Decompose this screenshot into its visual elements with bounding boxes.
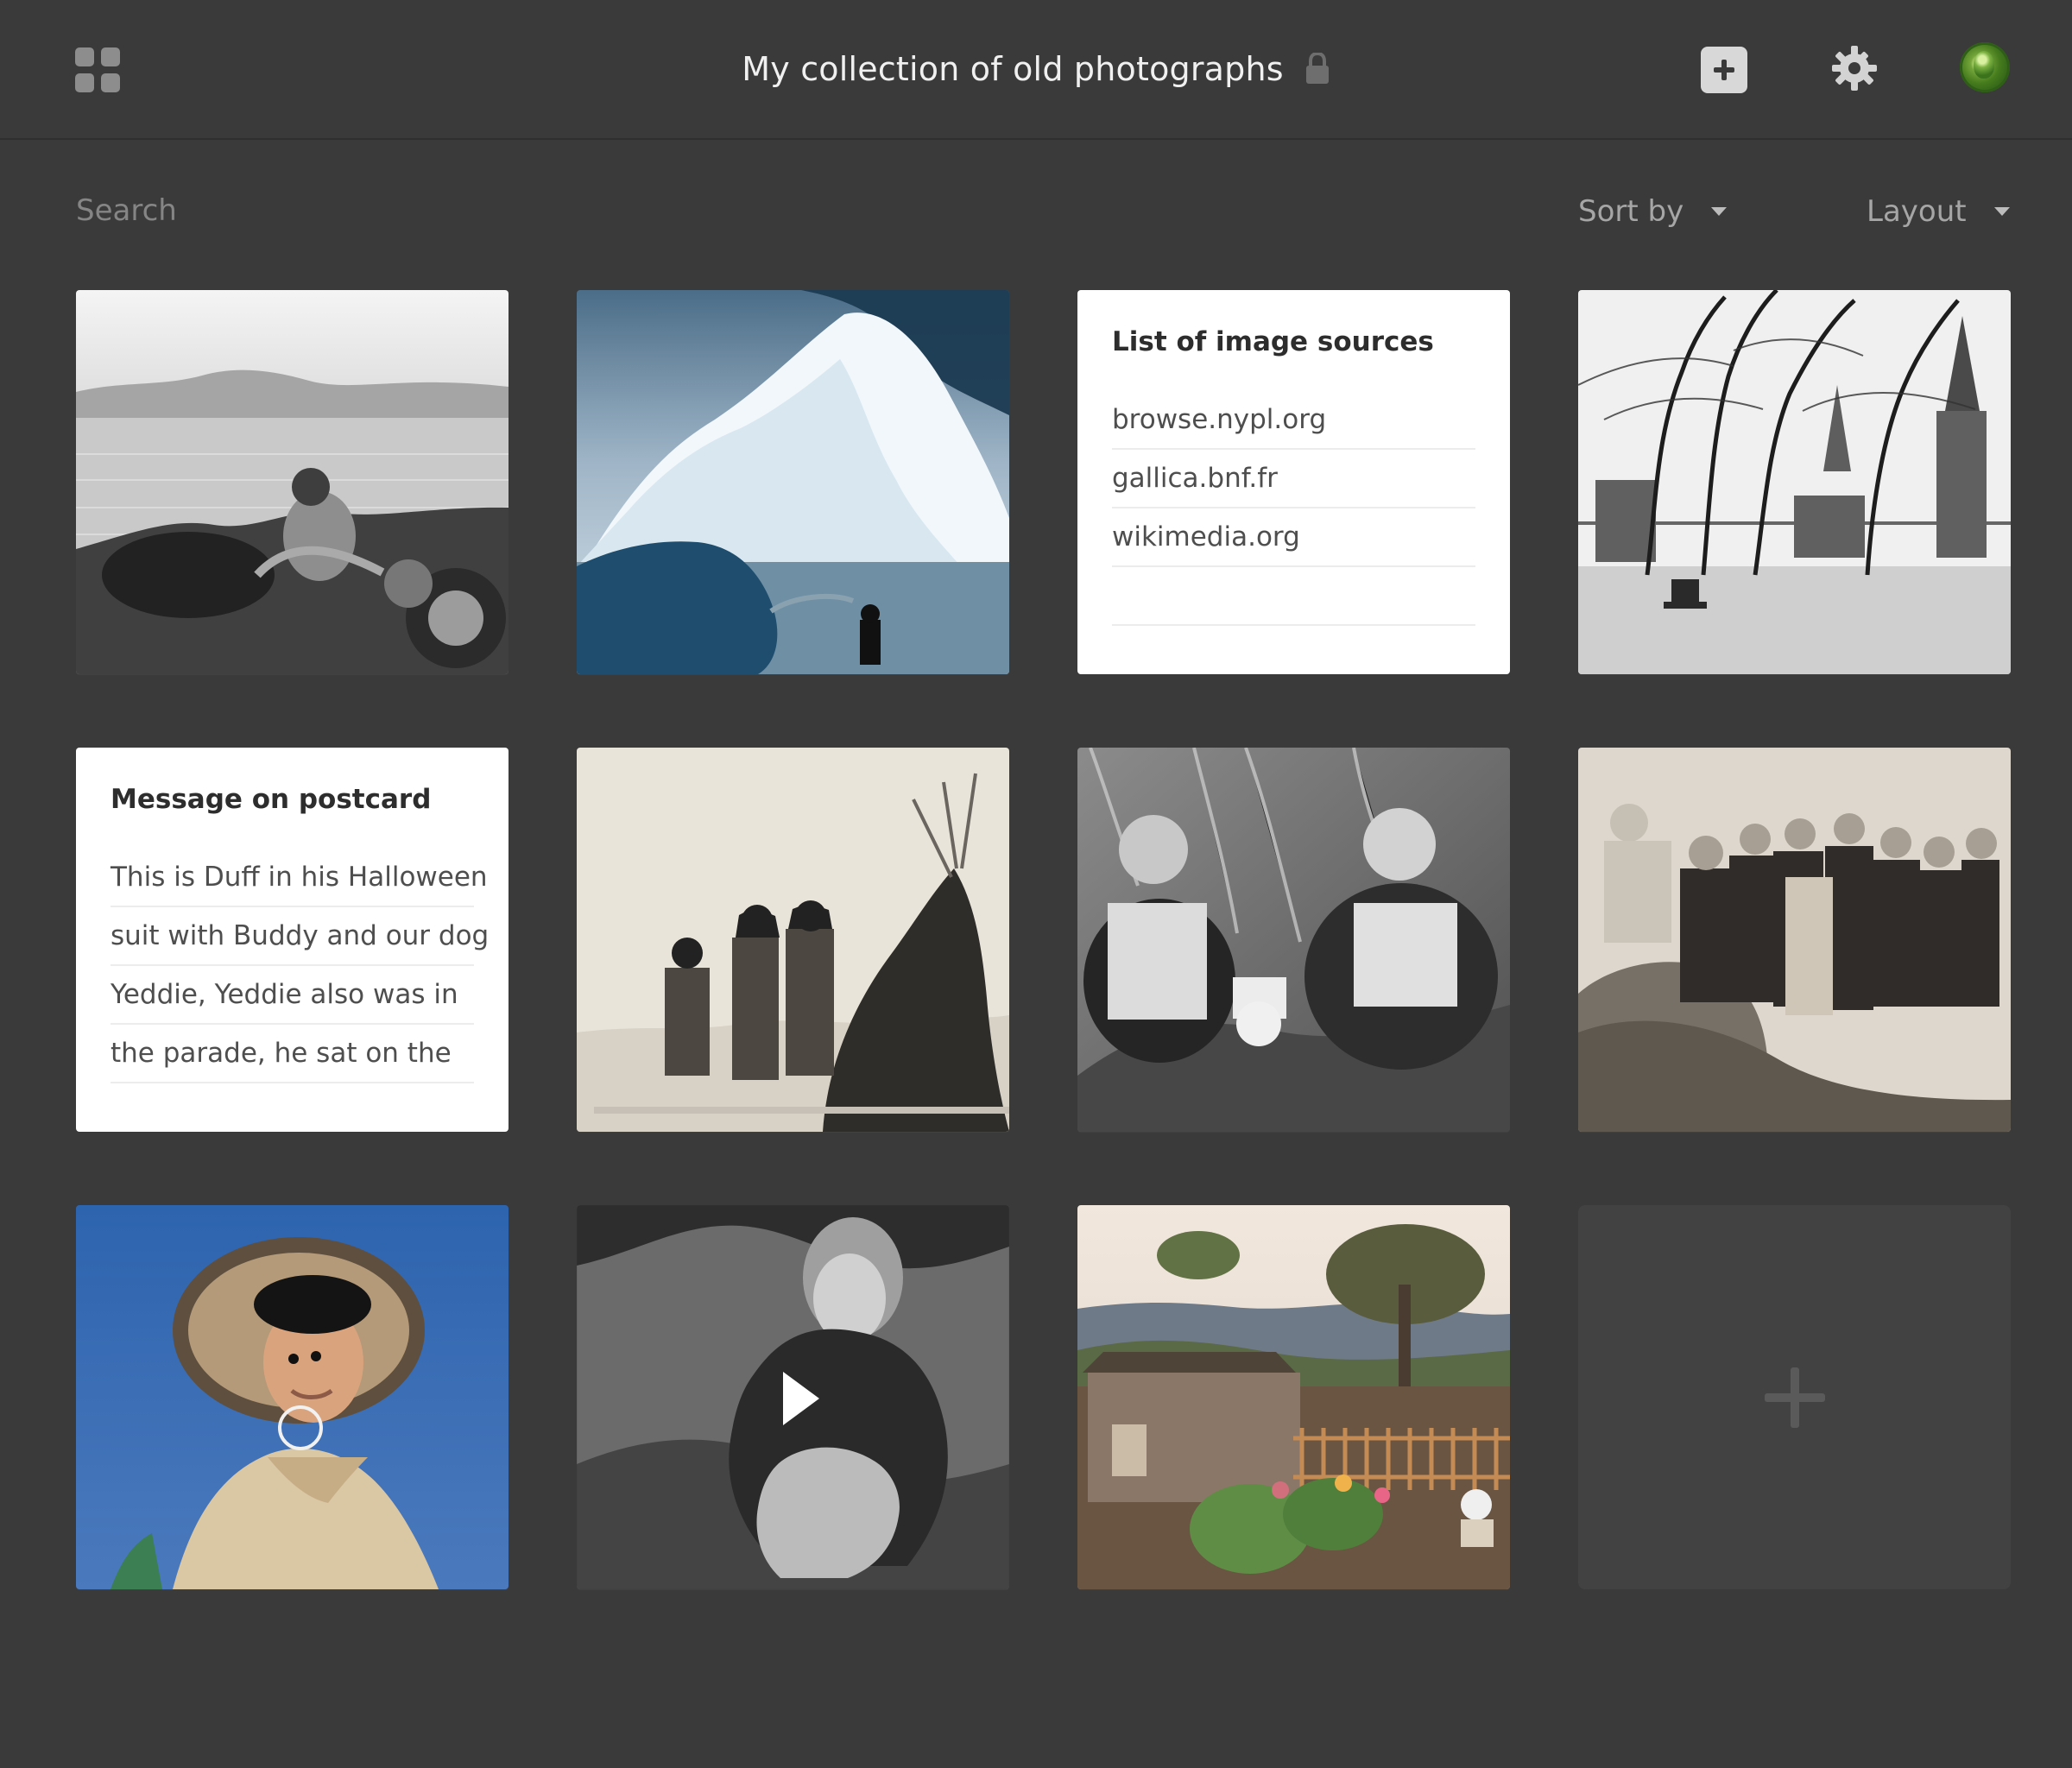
title-area: My collection of old photographs xyxy=(0,0,2072,138)
note-title: Message on postcard xyxy=(111,784,432,815)
search-input[interactable] xyxy=(76,188,594,233)
top-bar: My collection of old photographs xyxy=(0,0,2072,140)
play-icon[interactable] xyxy=(768,1365,828,1432)
note-card-postcard[interactable]: Message on postcard This is Duff in his … xyxy=(76,748,509,1132)
add-icon[interactable] xyxy=(1701,47,1747,93)
note-line xyxy=(1112,567,1475,626)
avatar[interactable] xyxy=(1960,42,2010,92)
note-card-sources[interactable]: List of image sources browse.nypl.org ga… xyxy=(1077,290,1510,674)
page-title: My collection of old photographs xyxy=(742,50,1284,88)
gear-icon[interactable] xyxy=(1830,44,1879,92)
add-tile[interactable] xyxy=(1578,1205,2011,1589)
photo-town-square[interactable] xyxy=(1578,290,2011,674)
chevron-down-icon xyxy=(1993,207,2010,216)
sort-label: Sort by xyxy=(1578,194,1684,229)
photo-woman-kneeling-video[interactable] xyxy=(577,1205,1009,1589)
note-line: browse.nypl.org xyxy=(1112,391,1475,450)
note-line: This is Duff in his Halloween xyxy=(111,849,488,907)
note-title: List of image sources xyxy=(1112,326,1434,357)
note-line: wikimedia.org xyxy=(1112,508,1475,567)
note-line: gallica.bnf.fr xyxy=(1112,450,1475,508)
layout-dropdown[interactable]: Layout xyxy=(1867,188,2010,235)
photo-motorcycle-woman[interactable] xyxy=(76,290,509,674)
chevron-down-icon xyxy=(1711,207,1728,216)
photo-woman-hat[interactable] xyxy=(76,1205,509,1589)
layout-label: Layout xyxy=(1867,194,1967,229)
photo-group-on-rocks[interactable] xyxy=(1578,748,2011,1132)
note-line: the parade, he sat on the xyxy=(111,1025,474,1083)
photo-two-men-picnic[interactable] xyxy=(1077,748,1510,1132)
photo-cabin-garden[interactable] xyxy=(1077,1205,1510,1589)
sort-dropdown[interactable]: Sort by xyxy=(1578,188,1728,235)
note-line: suit with Buddy and our dog xyxy=(111,907,489,966)
lock-icon xyxy=(1304,53,1330,85)
note-line: Yeddie, Yeddie also was in xyxy=(111,966,474,1025)
photo-glacier[interactable] xyxy=(577,290,1009,674)
photo-sami-tent[interactable] xyxy=(577,748,1009,1132)
